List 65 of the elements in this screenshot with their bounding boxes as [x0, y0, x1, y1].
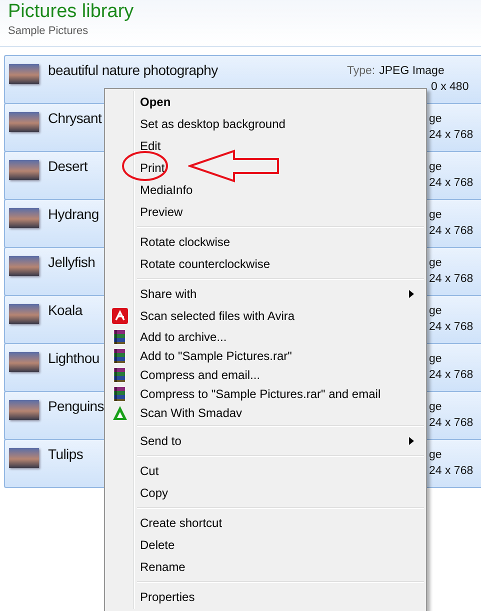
- menu-item[interactable]: Scan With Smadav: [107, 403, 424, 422]
- detail-value: ge: [429, 161, 442, 173]
- file-name: Jellyfish: [48, 253, 96, 271]
- menu-item[interactable]: Copy: [107, 482, 424, 504]
- photo-placeholder: [9, 208, 39, 228]
- menu-item[interactable]: Preview: [107, 201, 424, 223]
- file-name: Lighthou: [48, 349, 100, 367]
- photo-placeholder: [9, 112, 39, 132]
- photo-placeholder: [9, 304, 39, 324]
- detail-value: 24 x 768: [429, 177, 474, 189]
- menu-item[interactable]: Compress and email...: [107, 365, 424, 384]
- triangle-icon: [112, 404, 128, 420]
- file-name: Desert: [48, 157, 88, 175]
- file-name: beautiful nature photography: [48, 61, 218, 79]
- menu-item[interactable]: Rotate clockwise: [107, 231, 424, 253]
- detail-label: Type:: [347, 65, 376, 77]
- detail-value: ge: [429, 305, 442, 317]
- file-name: Chrysant: [48, 109, 102, 127]
- book-stack-icon: [112, 328, 128, 344]
- menu-item[interactable]: Add to "Sample Pictures.rar": [107, 346, 424, 365]
- photo-placeholder: [9, 400, 39, 420]
- detail-value: JPEG Image: [379, 65, 444, 77]
- book-stack-icon: [112, 386, 128, 402]
- library-title: Pictures library: [8, 1, 135, 23]
- photo-placeholder: [9, 352, 39, 372]
- detail-value: 0 x 480: [431, 81, 469, 93]
- menu-item[interactable]: Rename: [107, 556, 424, 578]
- menu-item[interactable]: Compress to "Sample Pictures.rar" and email: [107, 384, 424, 403]
- menu-item[interactable]: Edit: [107, 135, 424, 157]
- detail-value: 24 x 768: [429, 369, 474, 381]
- menu-item[interactable]: Share with: [107, 283, 424, 305]
- photo-placeholder: [9, 256, 39, 276]
- detail-value: 24 x 768: [429, 129, 474, 141]
- detail-value: 24 x 768: [429, 273, 474, 285]
- book-stack-icon: [112, 348, 128, 364]
- menu-item[interactable]: Scan selected files with Avira: [107, 305, 424, 327]
- detail-value: ge: [429, 353, 442, 365]
- file-name: Tulips: [48, 445, 84, 463]
- photo-placeholder: [9, 160, 39, 180]
- menu-item[interactable]: Cut: [107, 460, 424, 482]
- detail-value: ge: [429, 257, 442, 269]
- menu-item[interactable]: Properties: [107, 586, 424, 608]
- menu-item[interactable]: Set as desktop background: [107, 113, 424, 135]
- menu-item[interactable]: Send to: [107, 430, 424, 452]
- menu-item[interactable]: Print: [107, 157, 424, 179]
- folder-subtitle: Sample Pictures: [8, 24, 90, 39]
- menu-item[interactable]: Rotate counterclockwise: [107, 253, 424, 275]
- detail-value: ge: [429, 113, 442, 125]
- menu-item[interactable]: Create shortcut: [107, 512, 424, 534]
- file-name: Koala: [48, 301, 82, 319]
- photo-placeholder: [9, 64, 39, 84]
- detail-value: 24 x 768: [429, 417, 474, 429]
- book-stack-icon: [112, 366, 128, 382]
- photo-placeholder: [9, 448, 39, 468]
- detail-value: 24 x 768: [429, 465, 474, 477]
- menu-item[interactable]: MediaInfo: [107, 179, 424, 201]
- menu-item[interactable]: Add to archive...: [107, 327, 424, 346]
- file-name: Hydrang: [48, 205, 99, 223]
- file-name: Penguins: [48, 397, 104, 415]
- detail-value: ge: [429, 209, 442, 221]
- detail-value: 24 x 768: [429, 225, 474, 237]
- menu-item[interactable]: Delete: [107, 534, 424, 556]
- detail-value: ge: [429, 449, 442, 461]
- detail-value: 24 x 768: [429, 321, 474, 333]
- detail-value: ge: [429, 401, 442, 413]
